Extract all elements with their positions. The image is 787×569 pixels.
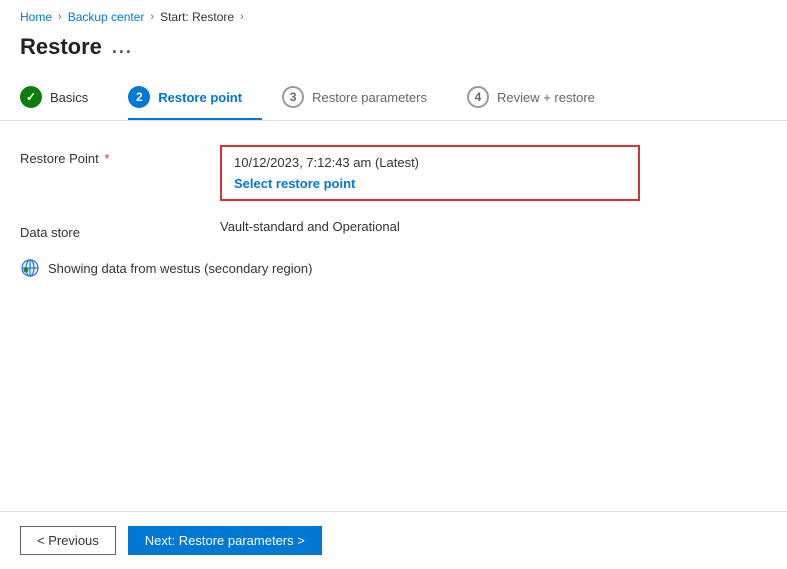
breadcrumb-home[interactable]: Home — [20, 10, 52, 24]
page-title-container: Restore ... — [0, 30, 787, 76]
data-store-label: Data store — [20, 219, 220, 240]
breadcrumb-backup-center[interactable]: Backup center — [68, 10, 145, 24]
content-area: Restore Point * 10/12/2023, 7:12:43 am (… — [0, 121, 787, 302]
next-button[interactable]: Next: Restore parameters > — [128, 526, 322, 555]
tabs-container: ✓ Basics 2 Restore point 3 Restore param… — [0, 76, 787, 121]
tab-basics-circle: ✓ — [20, 86, 42, 108]
tab-review-restore-label: Review + restore — [497, 90, 595, 105]
restore-point-row: Restore Point * 10/12/2023, 7:12:43 am (… — [20, 145, 767, 201]
tab-restore-point-label: Restore point — [158, 90, 242, 105]
tab-restore-parameters-circle: 3 — [282, 86, 304, 108]
restore-point-label: Restore Point — [20, 151, 99, 166]
data-store-row: Data store Vault-standard and Operationa… — [20, 219, 767, 240]
info-row: Showing data from westus (secondary regi… — [20, 258, 767, 278]
page-more-options[interactable]: ... — [112, 37, 133, 58]
data-store-value: Vault-standard and Operational — [220, 213, 400, 234]
region-info-text: Showing data from westus (secondary regi… — [48, 261, 312, 276]
restore-point-value: 10/12/2023, 7:12:43 am (Latest) — [234, 155, 626, 170]
tab-restore-point-circle: 2 — [128, 86, 150, 108]
breadcrumb: Home › Backup center › Start: Restore › — [0, 0, 787, 30]
data-store-field: Vault-standard and Operational — [220, 219, 767, 234]
page-title: Restore — [20, 34, 102, 60]
tab-review-restore[interactable]: 4 Review + restore — [467, 76, 615, 120]
tab-basics[interactable]: ✓ Basics — [20, 76, 108, 120]
tab-restore-parameters-label: Restore parameters — [312, 90, 427, 105]
tab-basics-label: Basics — [50, 90, 88, 105]
restore-point-box: 10/12/2023, 7:12:43 am (Latest) Select r… — [220, 145, 640, 201]
breadcrumb-chevron-1: › — [58, 11, 62, 23]
breadcrumb-chevron-2: › — [150, 11, 154, 23]
breadcrumb-chevron-3: › — [240, 11, 244, 23]
restore-point-required: * — [104, 151, 109, 166]
breadcrumb-current: Start: Restore — [160, 10, 234, 24]
tab-restore-parameters[interactable]: 3 Restore parameters — [282, 76, 447, 120]
select-restore-point-link[interactable]: Select restore point — [234, 176, 355, 191]
restore-point-field: 10/12/2023, 7:12:43 am (Latest) Select r… — [220, 145, 767, 201]
footer: < Previous Next: Restore parameters > — [0, 511, 787, 569]
previous-button[interactable]: < Previous — [20, 526, 116, 555]
restore-point-label-container: Restore Point * — [20, 145, 220, 166]
globe-icon — [20, 258, 40, 278]
tab-restore-point[interactable]: 2 Restore point — [128, 76, 262, 120]
tab-review-restore-circle: 4 — [467, 86, 489, 108]
